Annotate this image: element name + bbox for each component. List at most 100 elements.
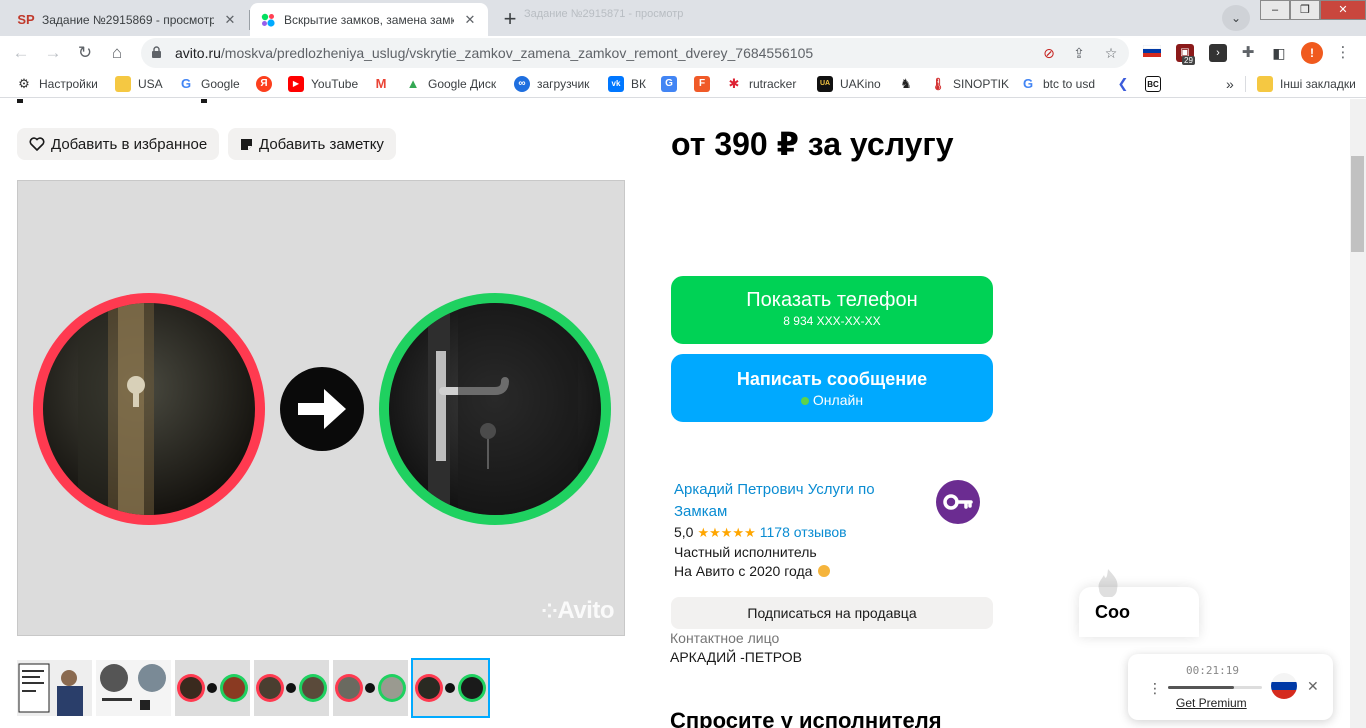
new-tab-button[interactable]: + [496,6,524,34]
bookmark-gmail[interactable]: M [373,75,396,93]
show-phone-button[interactable]: Показать телефон 8 934 XXX-XX-XX [671,276,993,344]
online-status: Онлайн [671,392,993,408]
bookmark-sinoptik[interactable]: 🌡 SINOPTIK [930,75,1009,93]
bookmarks-overflow-button[interactable]: » [1226,75,1234,93]
bookmark-label: Google [201,77,240,91]
tab-title-ghost: Задание №2915871 - просмотр [524,8,684,20]
back-icon[interactable]: ← [8,40,34,66]
bookmark-label: загрузчик [537,77,590,91]
bookmark-uakino[interactable]: UA UAKino [817,75,881,93]
bookmark-vk[interactable]: vk ВК [608,75,646,93]
recording-time: 00:21:19 [1186,664,1239,677]
thumbnail-2[interactable] [96,660,171,716]
settings-icon: ⚙ [16,76,32,92]
recording-progress-fill [1168,686,1234,689]
after-photo-circle [379,293,611,525]
messages-widget-label: Соо [1095,602,1130,622]
close-tab-icon[interactable]: ✕ [462,12,478,28]
bookmark-usa[interactable]: USA [115,75,163,93]
share-icon[interactable]: ⇪ [1071,45,1087,61]
screen-recorder-widget: ⋮ 00:21:19 Get Premium ✕ [1128,654,1333,720]
youtube-icon: ▶ [288,76,304,92]
seller-avatar[interactable] [936,480,980,524]
google-icon: G [1020,76,1036,92]
bookmark-settings[interactable]: ⚙ Настройки [16,75,98,93]
tab-avito[interactable]: Вскрытие замков, замена замков ✕ [250,3,488,36]
close-recorder-icon[interactable]: ✕ [1307,678,1319,695]
bookmark-youtube[interactable]: ▶ YouTube [288,75,358,93]
main-photo[interactable]: ⁘Avito [17,180,625,636]
seller-name-link[interactable]: Аркадий Петрович Услуги по Замкам [674,479,914,523]
watermark-text: Avito [557,597,614,624]
profile-avatar[interactable]: ! [1301,42,1323,64]
get-premium-link[interactable]: Get Premium [1176,696,1247,710]
maximize-button[interactable]: ❐ [1290,0,1320,20]
messages-widget[interactable]: Соо [1079,569,1199,637]
russia-flag-icon[interactable] [1271,673,1297,699]
add-note-button[interactable]: Добавить заметку [228,128,396,160]
thumbnail-4[interactable] [254,660,329,716]
subscribe-button[interactable]: Подписаться на продавца [671,597,993,629]
bookmark-star-icon[interactable]: ☆ [1103,45,1119,61]
tab-task[interactable]: SP Задание №2915869 - просмотр ✕ [8,3,248,36]
close-tab-icon[interactable]: ✕ [222,12,238,28]
bookmark-f[interactable]: F [694,75,717,93]
thumbnail-6-selected[interactable] [411,658,490,718]
url-host: avito.ru [175,45,221,61]
seller-rating: 5,0 ★★★★★ 1178 отзывов [674,524,847,541]
bookmark-google[interactable]: G Google [178,75,240,93]
folder-icon [1257,76,1273,92]
bookmark-chess[interactable]: ♞ [898,75,921,93]
bookmark-btc[interactable]: Gbtc to usd [1020,75,1095,93]
close-window-button[interactable]: ✕ [1320,0,1366,20]
write-message-button[interactable]: Написать сообщение Онлайн [671,354,993,422]
blocked-icon[interactable]: ⊘ [1041,45,1057,61]
avito-favicon-icon [260,12,276,28]
bookmark-other[interactable]: Інші закладки [1257,75,1356,93]
avito-watermark: ⁘Avito [541,597,614,625]
drive-icon: ▲ [405,76,421,92]
russia-flag-icon[interactable] [1142,44,1162,62]
bookmark-translate[interactable]: G [661,75,684,93]
bookmark-rutracker[interactable]: ✱ rutracker [726,75,796,93]
add-favorite-button[interactable]: Добавить в избранное [17,128,220,160]
scrollbar-thumb[interactable] [1351,156,1364,252]
home-icon[interactable]: ⌂ [104,40,130,66]
minimize-button[interactable]: – [1260,0,1290,20]
recorder-menu-icon[interactable]: ⋮ [1148,680,1162,697]
sidepanel-icon[interactable]: ◧ [1270,44,1288,62]
tab-search-button[interactable]: ⌄ [1222,5,1250,31]
bookmark-bc[interactable]: BC [1145,75,1168,93]
thermometer-icon: 🌡 [930,76,946,92]
arrow-right-icon [280,367,364,451]
kebab-menu-icon[interactable]: ⋮ [1334,44,1352,62]
ask-seller-heading: Спросите у исполнителя [670,708,942,728]
stars-icon: ★★★★★ [697,525,756,540]
bookmark-arrow[interactable]: ❮ [1115,75,1138,93]
reviews-link[interactable]: 1178 отзывов [760,524,847,540]
url-text: avito.ru/moskva/predlozheniya_uslug/vskr… [175,45,813,61]
bookmark-loader[interactable]: ∞ загрузчик [514,75,589,93]
before-after-illustration [33,293,611,525]
address-bar[interactable]: avito.ru/moskva/predlozheniya_uslug/vskr… [141,38,1129,68]
show-phone-label: Показать телефон [746,289,918,311]
puzzle-icon[interactable]: ✚ [1239,44,1257,62]
sp-favicon-icon: SP [17,12,35,27]
forward-icon[interactable]: → [40,40,66,66]
thumbnail-3[interactable] [175,660,250,716]
bookmark-yandex[interactable]: Я [256,75,279,93]
infinity-icon: ∞ [514,76,530,92]
bookmark-label: Інші закладки [1280,77,1356,91]
thumbnail-1[interactable] [17,660,92,716]
write-message-label: Написать сообщение [736,369,928,389]
note-icon [241,138,252,150]
bookmark-drive[interactable]: ▲ Google Диск [405,75,496,93]
reload-icon[interactable]: ↻ [72,40,98,66]
before-photo-circle [33,293,265,525]
thumbnail-5[interactable] [333,660,408,716]
contact-label: Контактное лицо [670,630,780,646]
on-avito-since: На Авито с 2020 года [674,563,831,579]
extension-arrow-icon[interactable]: › [1209,44,1227,62]
add-note-label: Добавить заметку [259,135,384,153]
on-avito-since-text: На Авито с 2020 года [674,563,813,579]
